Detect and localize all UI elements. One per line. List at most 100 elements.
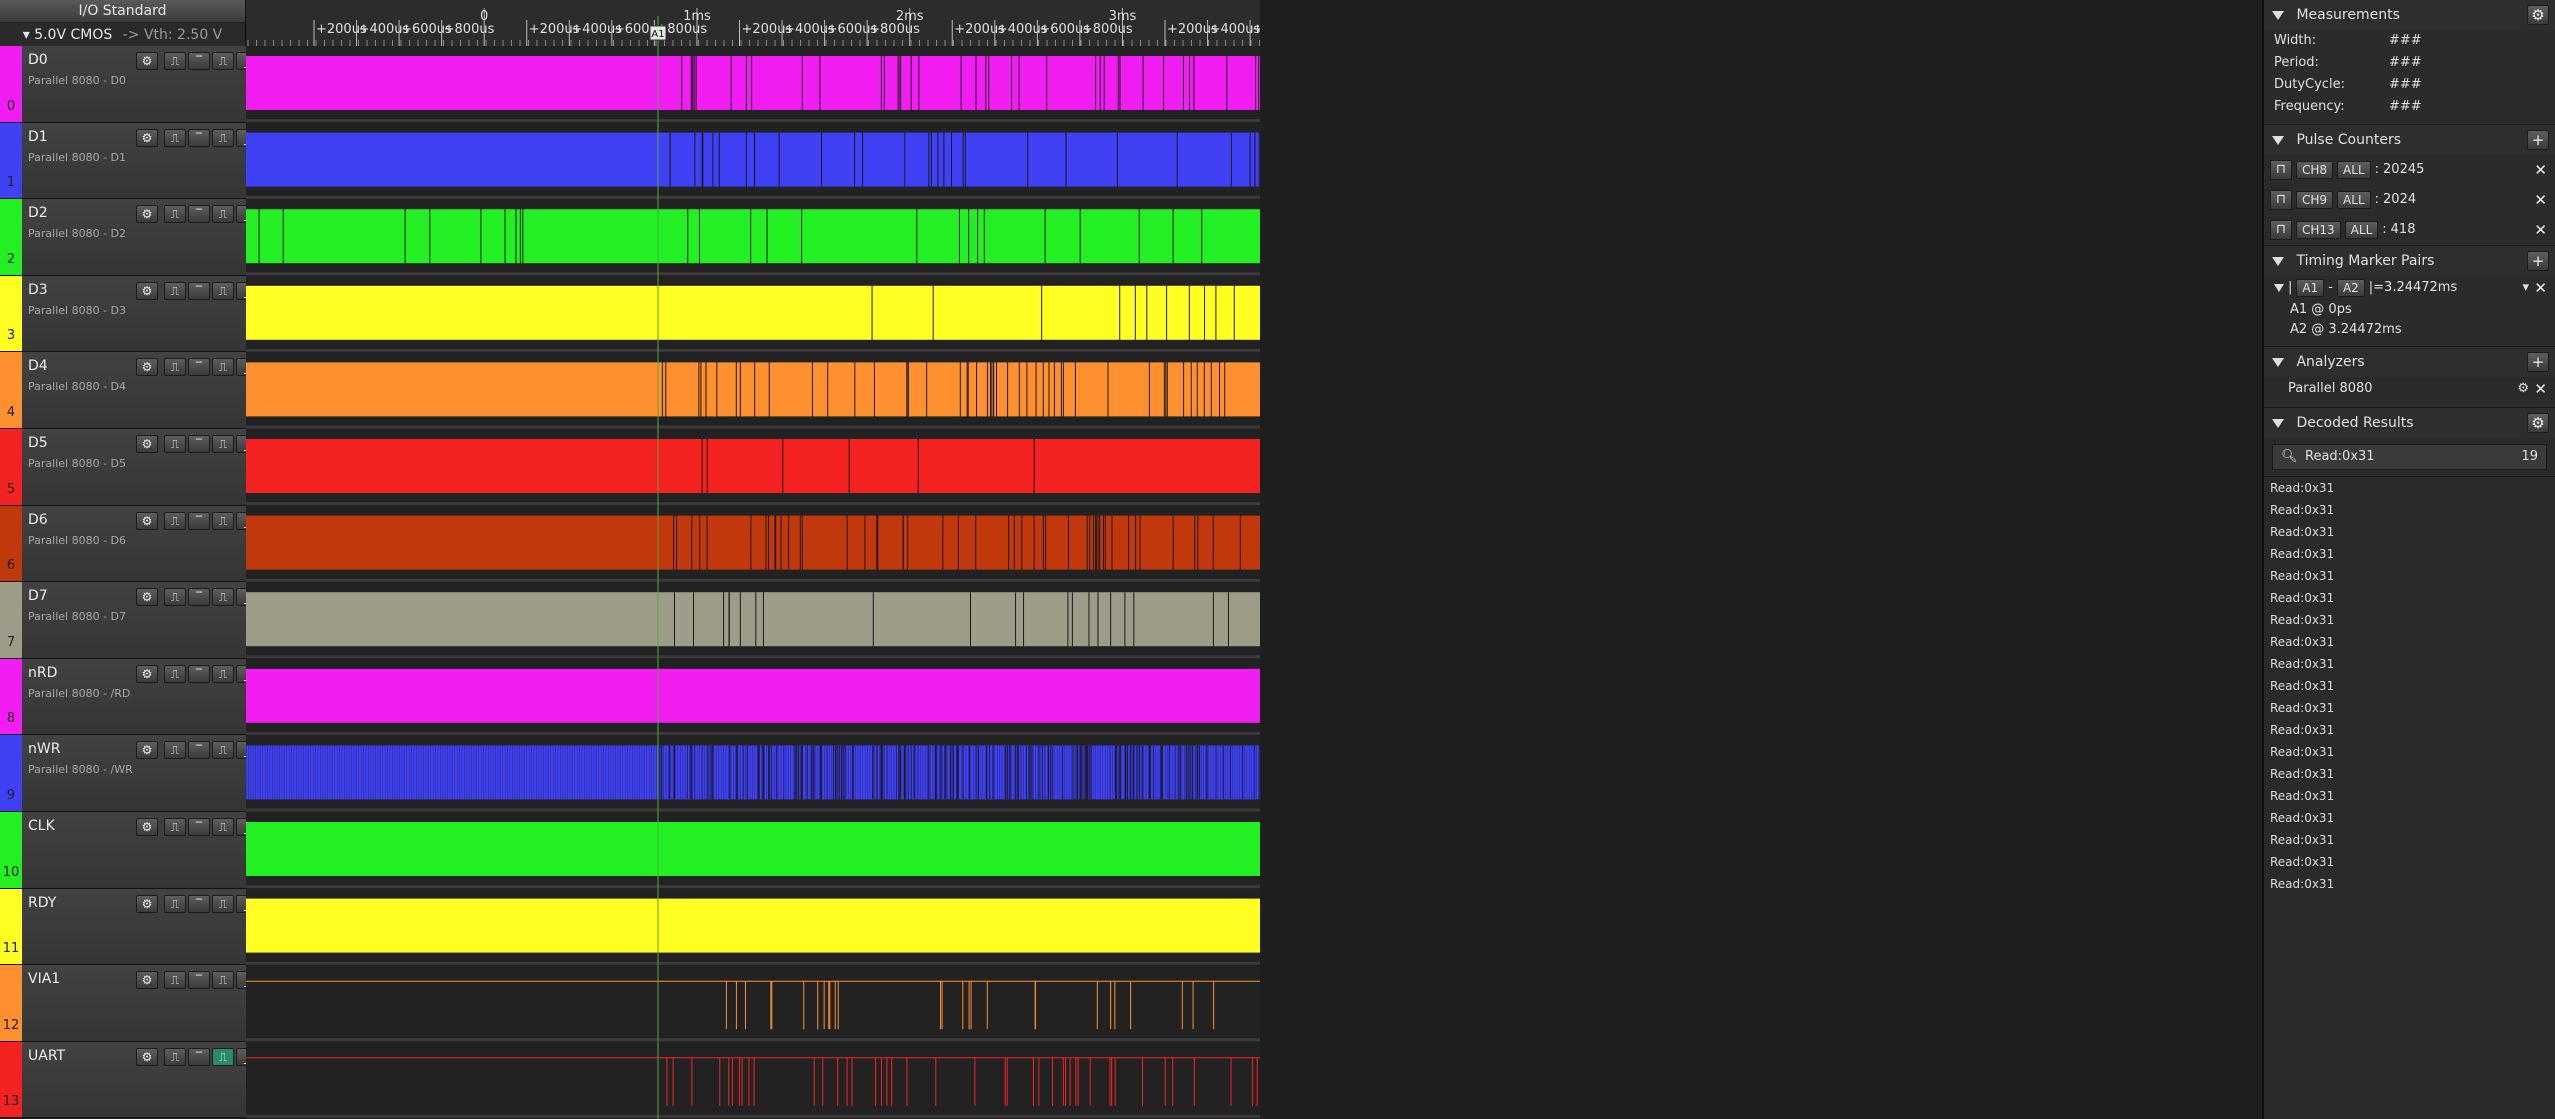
high-level-icon[interactable]: ‾ xyxy=(188,434,210,453)
channel-name[interactable]: VIA1 xyxy=(28,971,60,987)
remove-pulse-counter-button[interactable]: ✕ xyxy=(2534,185,2547,215)
measurements-settings-button[interactable]: ⚙ xyxy=(2527,5,2549,25)
rising-edge-icon[interactable]: ⎍ xyxy=(164,205,186,224)
measurements-header[interactable]: Measurements ⚙ xyxy=(2264,0,2555,30)
channel-name[interactable]: RDY xyxy=(28,895,56,911)
gear-icon[interactable]: ⚙ xyxy=(136,664,158,683)
waveform-canvas[interactable]: +200us+400us+600us+800us0+200us+400us+60… xyxy=(246,0,1260,1119)
decoded-result-row[interactable]: Read:0x31 xyxy=(2270,521,2555,543)
pulse-counter-mode[interactable]: ALL xyxy=(2344,221,2379,239)
high-level-icon[interactable]: ‾ xyxy=(188,741,210,760)
gear-icon[interactable]: ⚙ xyxy=(136,971,158,990)
gear-icon[interactable]: ⚙ xyxy=(136,817,158,836)
gear-icon[interactable]: ⚙ xyxy=(136,128,158,147)
pulse-counter-channel[interactable]: CH13 xyxy=(2296,221,2341,239)
io-standard-selector[interactable]: ▾ 5.0V CMOS -> Vth: 2.50 V xyxy=(0,23,245,47)
high-level-icon[interactable]: ‾ xyxy=(188,205,210,224)
pulse-counter-row[interactable]: ⊓ CH13 ALL : 418 ✕ xyxy=(2264,215,2555,245)
pulse-counter-channel[interactable]: CH9 xyxy=(2296,191,2334,209)
timing-marker-pair[interactable]: | A1 - A2 |=3.24472ms ▾ ✕ xyxy=(2264,276,2555,300)
rising-edge-icon[interactable]: ⎍ xyxy=(164,358,186,377)
channel-name[interactable]: D4 xyxy=(28,358,48,374)
rising-edge-icon[interactable]: ⎍ xyxy=(164,128,186,147)
decoded-result-row[interactable]: Read:0x31 xyxy=(2270,565,2555,587)
gear-icon[interactable]: ⚙ xyxy=(136,1047,158,1066)
channel-row[interactable]: 1 D1 Parallel 8080 - D1 ⚙ ⎍ ‾ ⎍ _ xyxy=(0,122,258,200)
decoded-result-row[interactable]: Read:0x31 xyxy=(2270,697,2555,719)
rising-edge-icon[interactable]: ⎍ xyxy=(164,52,186,70)
gear-icon[interactable]: ⚙ xyxy=(136,588,158,607)
pulse-counters-header[interactable]: Pulse Counters + xyxy=(2264,124,2555,155)
decoded-result-row[interactable]: Read:0x31 xyxy=(2270,719,2555,741)
channel-name[interactable]: D2 xyxy=(28,205,48,221)
gear-icon[interactable]: ⚙ xyxy=(136,281,158,300)
decoded-search-input[interactable]: 🔍︎ Read:0x31 19 xyxy=(2272,444,2547,470)
remove-pulse-counter-button[interactable]: ✕ xyxy=(2534,215,2547,245)
add-analyzer-button[interactable]: + xyxy=(2527,352,2549,372)
remove-analyzer-button[interactable]: ✕ xyxy=(2534,377,2547,401)
decoded-result-row[interactable]: Read:0x31 xyxy=(2270,653,2555,675)
channel-row[interactable]: 3 D3 Parallel 8080 - D3 ⚙ ⎍ ‾ ⎍ _ xyxy=(0,275,258,353)
pulse-counter-channel[interactable]: CH8 xyxy=(2296,161,2334,179)
waveform-area[interactable]: +200us +400us +600us +800us 0 +200us +400us +60… xyxy=(246,0,1260,1119)
rising-edge-icon[interactable]: ⎍ xyxy=(164,434,186,453)
decoded-result-row[interactable]: Read:0x31 xyxy=(2270,785,2555,807)
decoded-result-row[interactable]: Read:0x31 xyxy=(2270,829,2555,851)
decoded-results-list[interactable]: Read:0x31 Read:0x31 Read:0x31 Read:0x31 Read… xyxy=(2264,476,2555,895)
decoded-result-row[interactable]: Read:0x31 xyxy=(2270,851,2555,873)
high-level-icon[interactable]: ‾ xyxy=(188,1047,210,1066)
add-pulse-counter-button[interactable]: + xyxy=(2527,130,2549,150)
gear-icon[interactable]: ⚙ xyxy=(2517,377,2529,401)
decoded-result-row[interactable]: Read:0x31 xyxy=(2270,609,2555,631)
rising-edge-icon[interactable]: ⎍ xyxy=(164,1047,186,1066)
channel-row[interactable]: 2 D2 Parallel 8080 - D2 ⚙ ⎍ ‾ ⎍ _ xyxy=(0,199,258,276)
falling-edge-icon[interactable]: ⎍ xyxy=(212,434,234,453)
rising-edge-icon[interactable]: ⎍ xyxy=(164,664,186,683)
channel-name[interactable]: D7 xyxy=(28,588,48,604)
decoded-result-row[interactable]: Read:0x31 xyxy=(2270,543,2555,565)
marker-a1-button[interactable]: A1 xyxy=(2296,279,2325,297)
channel-row[interactable]: 7 D7 Parallel 8080 - D7 ⚙ ⎍ ‾ ⎍ _ xyxy=(0,582,258,659)
falling-edge-icon[interactable]: ⎍ xyxy=(212,971,234,990)
channel-name[interactable]: D3 xyxy=(28,282,48,298)
high-level-icon[interactable]: ‾ xyxy=(188,281,210,300)
rising-edge-icon[interactable]: ⎍ xyxy=(164,511,186,530)
high-level-icon[interactable]: ‾ xyxy=(188,664,210,683)
channel-name[interactable]: D5 xyxy=(28,435,48,451)
pulse-counter-row[interactable]: ⊓ CH8 ALL : 20245 ✕ xyxy=(2264,155,2555,185)
high-level-icon[interactable]: ‾ xyxy=(188,52,210,70)
channel-row[interactable]: 12 VIA1 ⚙ ⎍ ‾ ⎍ _ xyxy=(0,965,258,1042)
remove-marker-button[interactable]: ✕ xyxy=(2534,276,2547,300)
pin-icon[interactable]: ▾ xyxy=(2522,276,2529,300)
falling-edge-icon[interactable]: ⎍ xyxy=(212,205,234,224)
analyzers-header[interactable]: Analyzers + xyxy=(2264,346,2555,377)
channel-lane[interactable] xyxy=(246,1041,1260,1119)
decoded-result-row[interactable]: Read:0x31 xyxy=(2270,763,2555,785)
channel-name[interactable]: nRD xyxy=(28,665,57,681)
decoded-result-row[interactable]: Read:0x31 xyxy=(2270,741,2555,763)
channel-row[interactable]: 10 CLK ⚙ ⎍ ‾ ⎍ _ xyxy=(0,811,258,889)
channel-row[interactable]: 13 UART ⚙ ⎍ ‾ ⎍ _ xyxy=(0,1041,258,1119)
gear-icon[interactable]: ⚙ xyxy=(136,434,158,453)
pulse-icon[interactable]: ⊓ xyxy=(2270,220,2292,240)
decoded-result-row[interactable]: Read:0x31 xyxy=(2270,807,2555,829)
channel-name[interactable]: UART xyxy=(28,1048,65,1064)
falling-edge-icon[interactable]: ⎍ xyxy=(212,52,234,70)
channel-row[interactable]: 6 D6 Parallel 8080 - D6 ⚙ ⎍ ‾ ⎍ _ xyxy=(0,505,258,583)
decoded-result-row[interactable]: Read:0x31 xyxy=(2270,587,2555,609)
falling-edge-icon[interactable]: ⎍ xyxy=(212,1047,234,1066)
pulse-counter-row[interactable]: ⊓ CH9 ALL : 2024 ✕ xyxy=(2264,185,2555,215)
falling-edge-icon[interactable]: ⎍ xyxy=(212,511,234,530)
decoded-result-row[interactable]: Read:0x31 xyxy=(2270,873,2555,895)
channel-row[interactable]: 5 D5 Parallel 8080 - D5 ⚙ ⎍ ‾ ⎍ _ xyxy=(0,428,258,506)
high-level-icon[interactable]: ‾ xyxy=(188,817,210,836)
remove-pulse-counter-button[interactable]: ✕ xyxy=(2534,155,2547,185)
decoded-result-row[interactable]: Read:0x31 xyxy=(2270,675,2555,697)
pulse-counter-mode[interactable]: ALL xyxy=(2337,161,2371,179)
rising-edge-icon[interactable]: ⎍ xyxy=(164,817,186,836)
high-level-icon[interactable]: ‾ xyxy=(188,358,210,377)
decoded-results-header[interactable]: Decoded Results ⚙ xyxy=(2264,407,2555,438)
high-level-icon[interactable]: ‾ xyxy=(188,894,210,913)
channel-name[interactable]: nWR xyxy=(28,741,60,757)
gear-icon[interactable]: ⚙ xyxy=(136,52,158,70)
